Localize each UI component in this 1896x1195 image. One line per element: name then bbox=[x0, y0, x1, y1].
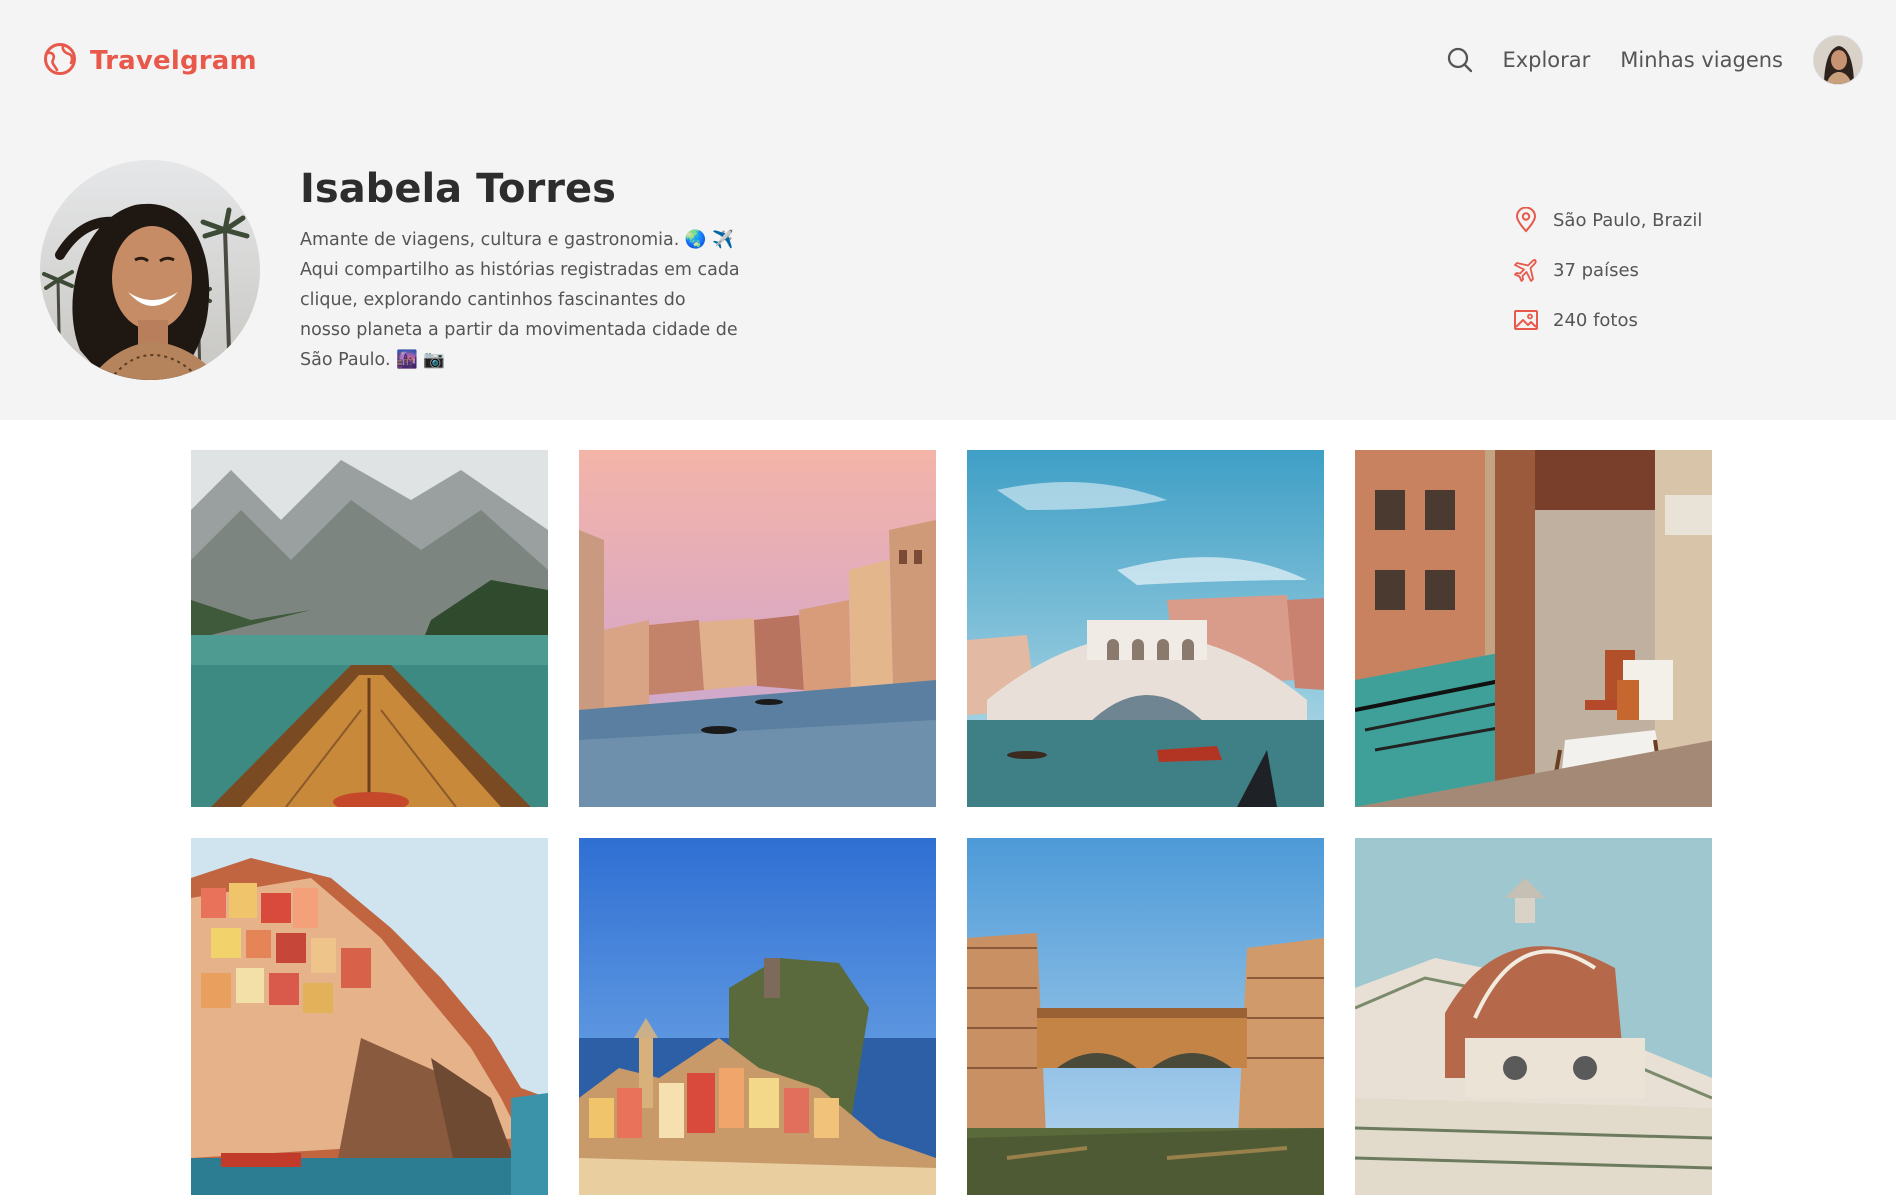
globe-icon bbox=[43, 42, 77, 80]
image-icon bbox=[1512, 306, 1540, 334]
photo-vernazza-coast[interactable] bbox=[579, 838, 936, 1195]
stat-countries: 37 países bbox=[1512, 255, 1702, 285]
photo-rialto-bridge[interactable] bbox=[967, 450, 1324, 807]
photo-venice-canal-sunset[interactable] bbox=[579, 450, 936, 807]
location-pin-icon bbox=[1512, 206, 1540, 234]
profile-stats: São Paulo, Brazil 37 países 240 fotos bbox=[1512, 205, 1702, 355]
stat-countries-text: 37 países bbox=[1553, 259, 1639, 281]
photo-ponte-vecchio[interactable] bbox=[967, 838, 1324, 1195]
stat-location-text: São Paulo, Brazil bbox=[1553, 209, 1703, 231]
stat-photos-text: 240 fotos bbox=[1553, 309, 1638, 331]
airplane-icon bbox=[1512, 256, 1540, 284]
photo-venice-cafe-canal[interactable] bbox=[1355, 450, 1712, 807]
profile-bio: Amante de viagens, cultura e gastronomia… bbox=[300, 230, 740, 370]
nav-explorar[interactable]: Explorar bbox=[1502, 48, 1590, 72]
search-icon[interactable] bbox=[1445, 45, 1475, 75]
top-navigation: Explorar Minhas viagens bbox=[1445, 33, 1863, 87]
photo-cinque-terre-manarola[interactable] bbox=[191, 838, 548, 1195]
app-name: Travelgram bbox=[90, 46, 257, 76]
user-avatar[interactable] bbox=[1813, 35, 1863, 85]
photo-boat-on-mountain-lake[interactable] bbox=[191, 450, 548, 807]
nav-minhas-viagens[interactable]: Minhas viagens bbox=[1620, 48, 1783, 72]
photo-florence-duomo[interactable] bbox=[1355, 838, 1712, 1195]
stat-location: São Paulo, Brazil bbox=[1512, 205, 1702, 235]
photo-gallery bbox=[191, 450, 1712, 1195]
profile-name: Isabela Torres bbox=[300, 166, 616, 212]
profile-photo bbox=[40, 160, 260, 380]
app-logo[interactable]: Travelgram bbox=[43, 43, 257, 79]
stat-photos: 240 fotos bbox=[1512, 305, 1702, 335]
